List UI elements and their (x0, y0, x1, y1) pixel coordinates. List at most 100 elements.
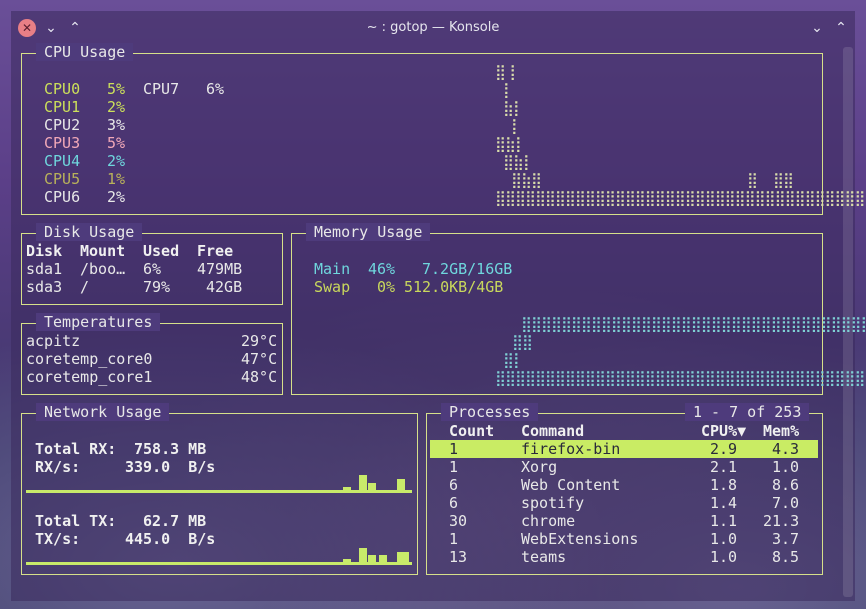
tx-sparkline-bar (368, 555, 376, 563)
temp-sensor-value: 48°C (241, 368, 278, 386)
cpu-graph-mark: ⣿⣷⡇ (503, 153, 534, 171)
rx-sparkline-baseline (26, 490, 412, 493)
tx-rate-label: TX/s: (35, 530, 81, 548)
memory-main-amount: 7.2GB/16GB (422, 260, 513, 278)
tx-sparkline-bar (343, 559, 351, 563)
proc-header-mem[interactable]: Mem% (763, 422, 799, 440)
cpu-graph-mark: ⣿⢸ (495, 63, 516, 81)
disk-header-free: Free (197, 242, 234, 260)
tx-sparkline-bar (397, 552, 409, 563)
proc-count: 13 (449, 548, 468, 566)
disk-header-disk: Disk (26, 242, 63, 260)
proc-cpu: 1.1 (710, 512, 738, 530)
total-rx-label: Total RX: (35, 440, 117, 458)
cpu-core-name: CPU6 (44, 188, 81, 206)
proc-mem: 8.6 (772, 476, 800, 494)
cpu-core-name: CPU4 (44, 152, 81, 170)
proc-mem: 3.7 (772, 530, 800, 548)
process-row-selected[interactable]: 1 firefox-bin 2.9 4.3 (430, 440, 818, 458)
cpu-core-name: CPU0 (44, 80, 81, 98)
total-tx-label: Total TX: (35, 512, 117, 530)
disk-cell: sda1 (26, 260, 63, 278)
proc-cpu: 1.4 (710, 494, 738, 512)
proc-command: Web Content (521, 476, 621, 494)
disk-cell: 42GB (206, 278, 243, 296)
proc-command: WebExtensions (521, 530, 639, 548)
proc-command: chrome (521, 512, 576, 530)
proc-count: 1 (449, 530, 459, 548)
proc-command: Xorg (521, 458, 558, 476)
proc-count: 1 (449, 440, 459, 458)
disk-header-mount: Mount (80, 242, 126, 260)
network-usage-title: Network Usage (36, 403, 170, 421)
proc-header-cpu[interactable]: CPU%▼ (701, 422, 746, 440)
cpu-core-value: 1% (107, 170, 126, 188)
memory-usage-title: Memory Usage (306, 223, 431, 241)
memory-swap-percent: 0% (377, 278, 396, 296)
proc-header-command[interactable]: Command (521, 422, 584, 440)
temp-sensor-value: 47°C (241, 350, 278, 368)
proc-cpu: 1.0 (710, 530, 738, 548)
disk-cell: / (80, 278, 90, 296)
proc-mem: 4.3 (772, 440, 800, 458)
memory-graph-mark: ⣿⣿ (512, 333, 533, 351)
disk-usage-title: Disk Usage (36, 223, 143, 241)
terminal-area[interactable]: CPU Usage CPU0 5% CPU1 2% CPU2 3% CPU3 5… (11, 11, 866, 601)
disk-cell: 6% (143, 260, 162, 278)
cpu-graph-mark: ⣿⣿ (773, 171, 794, 189)
cpu-core-name: CPU3 (44, 134, 81, 152)
cpu-core-value: 2% (107, 188, 126, 206)
processes-title: Processes (441, 403, 539, 421)
rx-rate-label: RX/s: (35, 458, 81, 476)
cpu-core-value: 5% (107, 134, 126, 152)
cpu-core-value: 6% (206, 80, 225, 98)
cpu-graph-mark: ⣿⣷⡇ (495, 135, 526, 153)
proc-mem: 21.3 (763, 512, 800, 530)
cpu-core-value: 5% (107, 80, 126, 98)
disk-header-used: Used (143, 242, 180, 260)
proc-mem: 7.0 (772, 494, 800, 512)
proc-count: 6 (449, 476, 459, 494)
konsole-window: ✕ ⌄ ⌃ ~ : gotop — Konsole ⌄ ⌃ CPU Usage … (11, 11, 866, 601)
rx-rate-value: 339.0 B/s (125, 458, 216, 476)
cpu-core-value: 3% (107, 116, 126, 134)
rx-sparkline-bar (368, 483, 376, 491)
tx-rate-value: 445.0 B/s (125, 530, 216, 548)
cpu-usage-title: CPU Usage (36, 43, 134, 61)
temp-sensor-name: coretemp_core1 (26, 368, 153, 386)
cpu-graph-mark: ⡇ (511, 117, 522, 135)
tx-sparkline-bar (359, 548, 367, 563)
cpu-core-name: CPU2 (44, 116, 81, 134)
proc-cpu: 2.1 (710, 458, 738, 476)
cpu-graph-mark: ⡇ (503, 81, 514, 99)
memory-main-percent: 46% (368, 260, 396, 278)
proc-command: teams (521, 548, 567, 566)
proc-count: 30 (449, 512, 468, 530)
disk-cell: sda3 (26, 278, 63, 296)
memory-graph-baseline: ⣿⣿⣿⣿⣿⣿⣿⣿⣿⣿⣿⣿⣿⣿⣿⣿⣿⣿⣿⣿⣿⣿⣿⣿⣿⣿⣿⣿⣿⣿⣿⣿⣿⣿⣿⣿⣿⣿⣿⣿ (495, 369, 866, 387)
proc-mem: 8.5 (772, 548, 800, 566)
proc-command: firefox-bin (521, 440, 621, 458)
disk-cell: 479MB (197, 260, 243, 278)
proc-count: 1 (449, 458, 459, 476)
proc-cpu: 1.0 (710, 548, 738, 566)
memory-graph-mark: ⣿⡇ (503, 351, 524, 369)
cpu-core-name: CPU5 (44, 170, 81, 188)
cpu-graph-mark: ⣿⣷⣿ (511, 171, 542, 189)
memory-main-label: Main (314, 260, 351, 278)
proc-header-count[interactable]: Count (449, 422, 494, 440)
cpu-graph-baseline: ⣿⣿⣿⣿⣿⣿⣿⣿⣿⣿⣿⣿⣿⣿⣿⣿⣿⣿⣿⣿⣿⣿⣿⣿⣿⣿⣿⣿⣿⣿⣿⣿⣿⣿⣿⣿⣿⣿⣿⣿… (495, 189, 866, 207)
total-rx-value: 758.3 MB (134, 440, 207, 458)
cpu-core-name: CPU1 (44, 98, 81, 116)
proc-cpu: 2.9 (710, 440, 738, 458)
cpu-graph-mark: ⣷⡇ (503, 99, 524, 117)
rx-sparkline-bar (359, 475, 367, 491)
memory-graph-mark: ⣿⣿⣿⣿⣿⣿⣿⣿⣿⣿⣿⣿⣿⣿⣿⣿⣿⣿⣿⣿⣿⣿⣿⣿⣿⣿⣿⣿⣿⣿⣿⣿⣿⣿⣿⣿⣿⣿ (521, 315, 866, 333)
memory-swap-label: Swap (314, 278, 351, 296)
rx-sparkline-bar (343, 487, 351, 491)
total-tx-value: 62.7 MB (143, 512, 207, 530)
rx-sparkline-bar (397, 479, 405, 491)
memory-swap-amount: 512.0KB/4GB (404, 278, 504, 296)
proc-mem: 1.0 (772, 458, 800, 476)
cpu-graph-mark: ⣿ (747, 171, 758, 189)
